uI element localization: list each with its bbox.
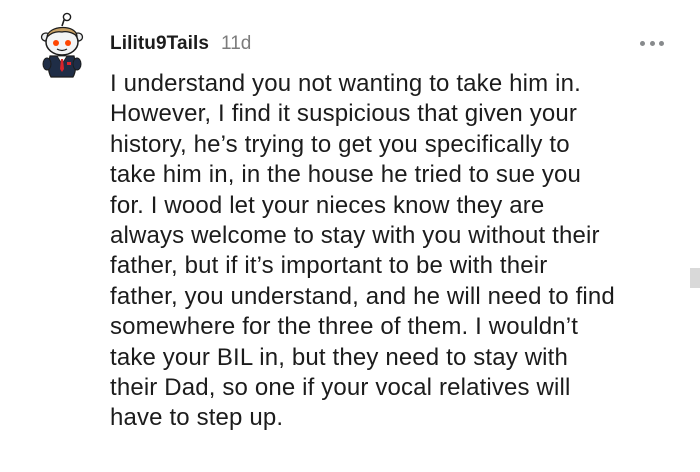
comment-body-line: always welcome to stay with you without … [110, 222, 600, 250]
comment-body-line: However, I find it suspicious that given… [110, 100, 577, 128]
comment-body-line: father, you understand, and he will need… [110, 282, 615, 310]
comment-body-line: father, but if it’s important to be with… [110, 252, 548, 280]
comment-body-line: for. I wood let your nieces know they ar… [110, 191, 545, 219]
comment-body-line: I understand you not wanting to take him… [110, 70, 581, 97]
more-dot [640, 40, 645, 46]
more-dot [649, 40, 655, 46]
comment-body-line: somewhere for the three of them. I would… [110, 313, 579, 341]
comment-body-line: their Dad, so one if your vocal relative… [110, 374, 571, 402]
comment-body-line: take him in, in the house he tried to su… [110, 161, 582, 189]
comment-body-line: take your BIL in, but they need to stay … [110, 343, 568, 371]
more-options-icon[interactable] [640, 36, 664, 50]
user-avatar-icon[interactable] [34, 12, 90, 78]
comment-meta: Lilitu9Tails 11d [110, 33, 251, 59]
comment-card: Lilitu9Tails 11d I understand you not wa… [0, 0, 700, 472]
username-link[interactable]: Lilitu9Tails [110, 33, 209, 55]
comment-body: I understand you not wanting to take him… [110, 69, 696, 434]
more-dot [659, 40, 664, 46]
scrollbar-thumb[interactable] [690, 268, 700, 288]
comment-body-line: history, he’s trying to get you specific… [110, 130, 570, 158]
comment-body-line: have to step up. [110, 404, 284, 432]
comment-timestamp[interactable]: 11d [221, 33, 251, 55]
